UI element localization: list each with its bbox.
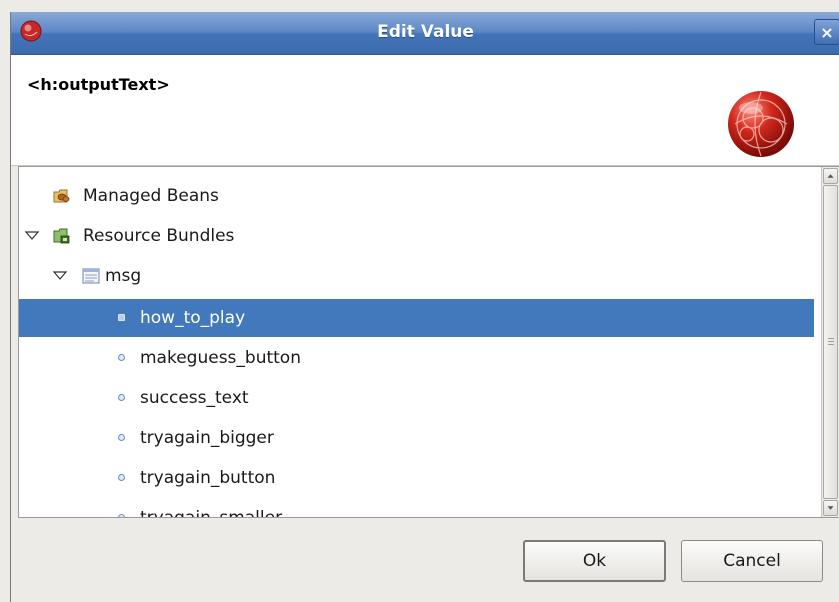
jsf-logo-icon	[728, 91, 794, 157]
tree-item-success-text[interactable]: success_text	[19, 379, 814, 417]
expand-toggle-icon[interactable]	[53, 257, 67, 295]
bundles-folder-icon	[53, 228, 70, 244]
scroll-thumb[interactable]	[823, 185, 838, 499]
properties-file-icon	[82, 268, 100, 284]
header-title: <h:outputText>	[27, 75, 170, 94]
bullet-icon	[118, 514, 125, 517]
tree-item-label: msg	[105, 266, 142, 286]
grip-line	[828, 341, 834, 342]
window-title: Edit Value	[377, 22, 474, 42]
value-tree[interactable]: Managed Beans Resource Bundles msg how_t…	[18, 166, 839, 518]
tree-item-how-to-play[interactable]: how_to_play	[19, 299, 814, 337]
bullet-icon	[118, 434, 125, 441]
tree-item-label: how_to_play	[140, 308, 246, 328]
tree-item-tryagain-button[interactable]: tryagain_button	[19, 459, 814, 497]
tree-item-label: tryagain_bigger	[140, 428, 274, 448]
tree-scrollbar[interactable]	[821, 167, 839, 517]
tree-item-msg[interactable]: msg	[19, 257, 814, 295]
bullet-icon	[118, 474, 125, 481]
close-button[interactable]: ×	[814, 19, 839, 45]
tree-item-label: tryagain_button	[140, 468, 276, 488]
tree-item-resource-bundles[interactable]: Resource Bundles	[19, 217, 814, 255]
tree-item-tryagain-smaller[interactable]: tryagain_smaller	[19, 499, 814, 518]
bullet-icon	[118, 354, 125, 361]
tree-item-label: makeguess_button	[140, 348, 301, 368]
tree-item-label: success_text	[140, 388, 249, 408]
grip-line	[828, 338, 834, 339]
expand-toggle-icon[interactable]	[25, 217, 39, 255]
tree-item-label: Managed Beans	[83, 186, 219, 206]
edit-value-dialog: Edit Value × <h:outputText> Managed Bean…	[10, 12, 839, 602]
scroll-down-icon[interactable]	[823, 500, 838, 516]
bullet-icon	[118, 314, 125, 321]
tree-item-tryagain-bigger[interactable]: tryagain_bigger	[19, 419, 814, 457]
beans-folder-icon	[53, 189, 70, 203]
tree-item-makeguess-button[interactable]: makeguess_button	[19, 339, 814, 377]
cancel-button[interactable]: Cancel	[681, 540, 823, 582]
bullet-icon	[118, 394, 125, 401]
tree-item-managed-beans[interactable]: Managed Beans	[19, 177, 814, 215]
ok-button[interactable]: Ok	[523, 540, 666, 582]
grip-line	[828, 344, 834, 345]
tree-item-label: tryagain_smaller	[140, 508, 283, 518]
tree-item-label: Resource Bundles	[83, 226, 235, 246]
title-bar[interactable]: Edit Value ×	[11, 12, 839, 55]
scroll-up-icon[interactable]	[823, 168, 838, 184]
dialog-header: <h:outputText>	[11, 55, 839, 166]
